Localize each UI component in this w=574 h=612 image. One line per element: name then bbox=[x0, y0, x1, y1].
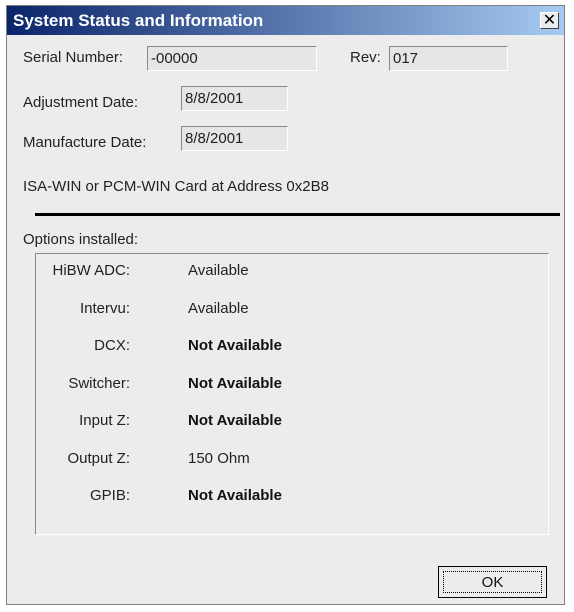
option-label-gpib: GPIB: bbox=[89, 487, 130, 504]
serial-number-label: Serial Number: bbox=[23, 49, 124, 66]
option-value-hibw-adc: Available bbox=[188, 262, 249, 279]
option-value-output-z: 150 Ohm bbox=[188, 450, 250, 467]
option-label-switcher: Switcher: bbox=[68, 375, 130, 392]
serial-number-field: -00000 bbox=[147, 46, 317, 71]
ok-button[interactable]: OK bbox=[438, 566, 547, 598]
close-icon: ✕ bbox=[542, 11, 557, 29]
option-label-input-z: Input Z: bbox=[79, 412, 130, 429]
divider bbox=[35, 213, 560, 216]
option-label-dcx: DCX: bbox=[94, 337, 130, 354]
option-value-dcx: Not Available bbox=[188, 337, 282, 354]
option-value-intervu: Available bbox=[188, 300, 249, 317]
option-label-intervu: Intervu: bbox=[79, 300, 130, 317]
adjustment-date-field: 8/8/2001 bbox=[181, 86, 288, 111]
option-value-input-z: Not Available bbox=[188, 412, 282, 429]
option-label-hibw-adc: HiBW ADC: bbox=[52, 262, 130, 279]
options-installed-heading: Options installed: bbox=[23, 231, 139, 248]
adjustment-date-label: Adjustment Date: bbox=[23, 94, 139, 111]
card-address-text: ISA-WIN or PCM-WIN Card at Address 0x2B8 bbox=[23, 178, 329, 195]
rev-field: 017 bbox=[389, 46, 508, 71]
title-bar[interactable]: System Status and Information ✕ bbox=[7, 6, 564, 35]
dialog-title: System Status and Information bbox=[13, 11, 264, 30]
close-button[interactable]: ✕ bbox=[540, 12, 559, 29]
manufacture-date-field: 8/8/2001 bbox=[181, 126, 288, 151]
manufacture-date-label: Manufacture Date: bbox=[23, 134, 147, 151]
rev-label: Rev: bbox=[350, 49, 381, 66]
system-status-dialog: System Status and Information ✕ Serial N… bbox=[6, 5, 565, 605]
option-label-output-z: Output Z: bbox=[67, 450, 130, 467]
options-panel: HiBW ADC: Available Intervu: Available D… bbox=[35, 253, 549, 535]
ok-button-label: OK bbox=[443, 571, 542, 593]
option-value-switcher: Not Available bbox=[188, 375, 282, 392]
option-value-gpib: Not Available bbox=[188, 487, 282, 504]
